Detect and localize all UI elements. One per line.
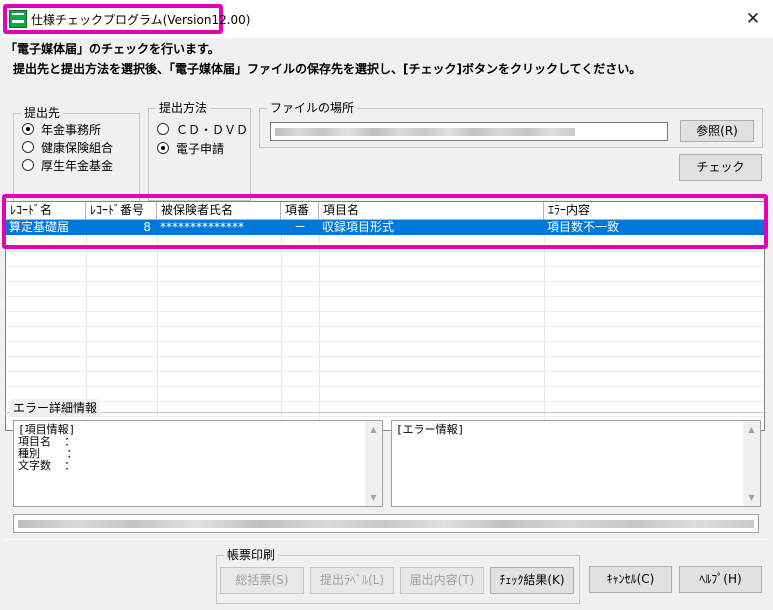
redacted-status	[18, 520, 754, 528]
title-bar: 仕様チェックプログラム(Version12.00) ✕	[0, 0, 773, 38]
grid-line	[6, 416, 764, 417]
cell-item-name: 収録項目形式	[322, 220, 395, 234]
radio-label: 健康保険組合	[41, 140, 114, 155]
grid-line	[86, 202, 87, 430]
grid-line	[6, 266, 764, 267]
grid-line	[6, 386, 764, 387]
instruction-line-1: 「電子媒体届」のチェックを行います。	[5, 42, 220, 56]
grid-line	[6, 296, 764, 297]
file-path-field[interactable]	[270, 122, 668, 141]
print-group: 帳票印刷 総括票(S) 提出ﾗﾍﾞﾙ(L) 届出内容(T) ﾁｪｯｸ結果(K)	[216, 548, 580, 604]
cell-record-name: 算定基礎届	[9, 220, 70, 234]
grid-line	[544, 202, 545, 430]
cell-insured-name: **************	[160, 220, 244, 234]
error-detail-label: エラー詳細情報	[10, 399, 101, 416]
results-list[interactable]: ﾚｺｰﾄﾞ名 ﾚｺｰﾄﾞ番号 被保険者氏名 項番 項目名 ｴﾗｰ内容 算定基礎届…	[5, 201, 765, 431]
radio-electronic[interactable]: 電子申請	[157, 140, 224, 156]
scroll-down-icon[interactable]: ▼	[743, 489, 760, 506]
help-button[interactable]: ﾍﾙﾌﾟ(H)	[679, 566, 762, 593]
check-result-print-button[interactable]: ﾁｪｯｸ結果(K)	[490, 567, 574, 594]
file-location-group: ファイルの場所 参照(R)	[259, 101, 763, 148]
column-header-item-no[interactable]: 項番	[281, 202, 319, 220]
scroll-down-icon[interactable]: ▼	[365, 489, 382, 506]
grid-line	[6, 401, 764, 402]
method-group: 提出方法 ＣＤ・ＤＶＤ 電子申請	[148, 101, 251, 201]
radio-label: 厚生年金基金	[41, 158, 114, 173]
window-title: 仕様チェックプログラム(Version12.00)	[31, 13, 251, 27]
radio-button[interactable]	[22, 159, 34, 171]
column-header-record-name[interactable]: ﾚｺｰﾄﾞ名	[6, 202, 86, 220]
radio-label: 年金事務所	[41, 122, 102, 137]
list-header: ﾚｺｰﾄﾞ名 ﾚｺｰﾄﾞ番号 被保険者氏名 項番 項目名 ｴﾗｰ内容	[6, 202, 764, 220]
check-button[interactable]: チェック	[679, 154, 762, 181]
scroll-up-icon[interactable]: ▲	[743, 421, 760, 438]
grid-line	[6, 341, 764, 342]
browse-button[interactable]: 参照(R)	[680, 120, 754, 142]
error-info-scrollbar[interactable]: ▲ ▼	[743, 421, 760, 506]
status-field	[13, 514, 759, 533]
grid-line	[6, 251, 764, 252]
table-row[interactable]: 算定基礎届 8 ************** － 収録項目形式 項目数不一致	[6, 220, 764, 235]
radio-health-insurance[interactable]: 健康保険組合	[22, 139, 113, 155]
radio-button[interactable]	[157, 123, 169, 135]
radio-button-checked[interactable]	[22, 123, 34, 135]
bottom-separator	[5, 539, 768, 540]
file-location-label: ファイルの場所	[267, 101, 358, 115]
item-info-text: [項目情報] 項目名 ： 種別 ： 文字数 ：	[18, 423, 78, 472]
print-group-label: 帳票印刷	[224, 548, 279, 562]
grid-line	[6, 311, 764, 312]
grid-line	[281, 202, 282, 430]
item-info-textbox[interactable]: [項目情報] 項目名 ： 種別 ： 文字数 ： ▲ ▼	[13, 420, 383, 507]
grid-line	[6, 326, 764, 327]
label-print-button[interactable]: 提出ﾗﾍﾞﾙ(L)	[310, 567, 394, 594]
grid-line	[157, 202, 158, 430]
grid-line	[319, 202, 320, 430]
instruction-line-2: 提出先と提出方法を選択後、「電子媒体届」ファイルの保存先を選択し、[チェック]ボ…	[13, 62, 642, 76]
summary-print-button[interactable]: 総括票(S)	[220, 567, 304, 594]
radio-button-checked[interactable]	[157, 142, 169, 154]
client-area: 「電子媒体届」のチェックを行います。 提出先と提出方法を選択後、「電子媒体届」フ…	[0, 38, 773, 610]
column-header-error[interactable]: ｴﾗｰ内容	[544, 202, 764, 220]
method-group-label: 提出方法	[156, 101, 211, 115]
grid-line	[6, 371, 764, 372]
error-detail-divider	[5, 412, 767, 413]
error-info-text: [エラー情報]	[396, 423, 465, 436]
content-print-button[interactable]: 届出内容(T)	[400, 567, 484, 594]
cell-item-no: －	[293, 220, 306, 234]
close-icon[interactable]: ✕	[739, 5, 767, 33]
cell-error: 項目数不一致	[547, 220, 620, 234]
app-icon	[9, 10, 27, 28]
radio-label: ＣＤ・ＤＶＤ	[176, 122, 249, 137]
column-header-record-no[interactable]: ﾚｺｰﾄﾞ番号	[86, 202, 157, 220]
radio-cd-dvd[interactable]: ＣＤ・ＤＶＤ	[157, 121, 248, 137]
scroll-up-icon[interactable]: ▲	[365, 421, 382, 438]
column-header-item-name[interactable]: 項目名	[319, 202, 544, 220]
radio-pension-fund[interactable]: 厚生年金基金	[22, 157, 113, 173]
destination-group-label: 提出先	[21, 106, 64, 120]
cancel-button[interactable]: ｷｬﾝｾﾙ(C)	[589, 566, 672, 593]
radio-label: 電子申請	[176, 141, 225, 156]
cell-record-no: 8	[143, 220, 151, 234]
grid-line	[6, 281, 764, 282]
error-info-textbox[interactable]: [エラー情報] ▲ ▼	[391, 420, 761, 507]
column-header-insured-name[interactable]: 被保険者氏名	[157, 202, 281, 220]
item-info-scrollbar[interactable]: ▲ ▼	[365, 421, 382, 506]
radio-button[interactable]	[22, 141, 34, 153]
grid-line	[6, 356, 764, 357]
redacted-path	[275, 128, 575, 136]
radio-pension-office[interactable]: 年金事務所	[22, 121, 101, 137]
destination-group: 提出先 年金事務所 健康保険組合 厚生年金基金	[13, 106, 140, 208]
